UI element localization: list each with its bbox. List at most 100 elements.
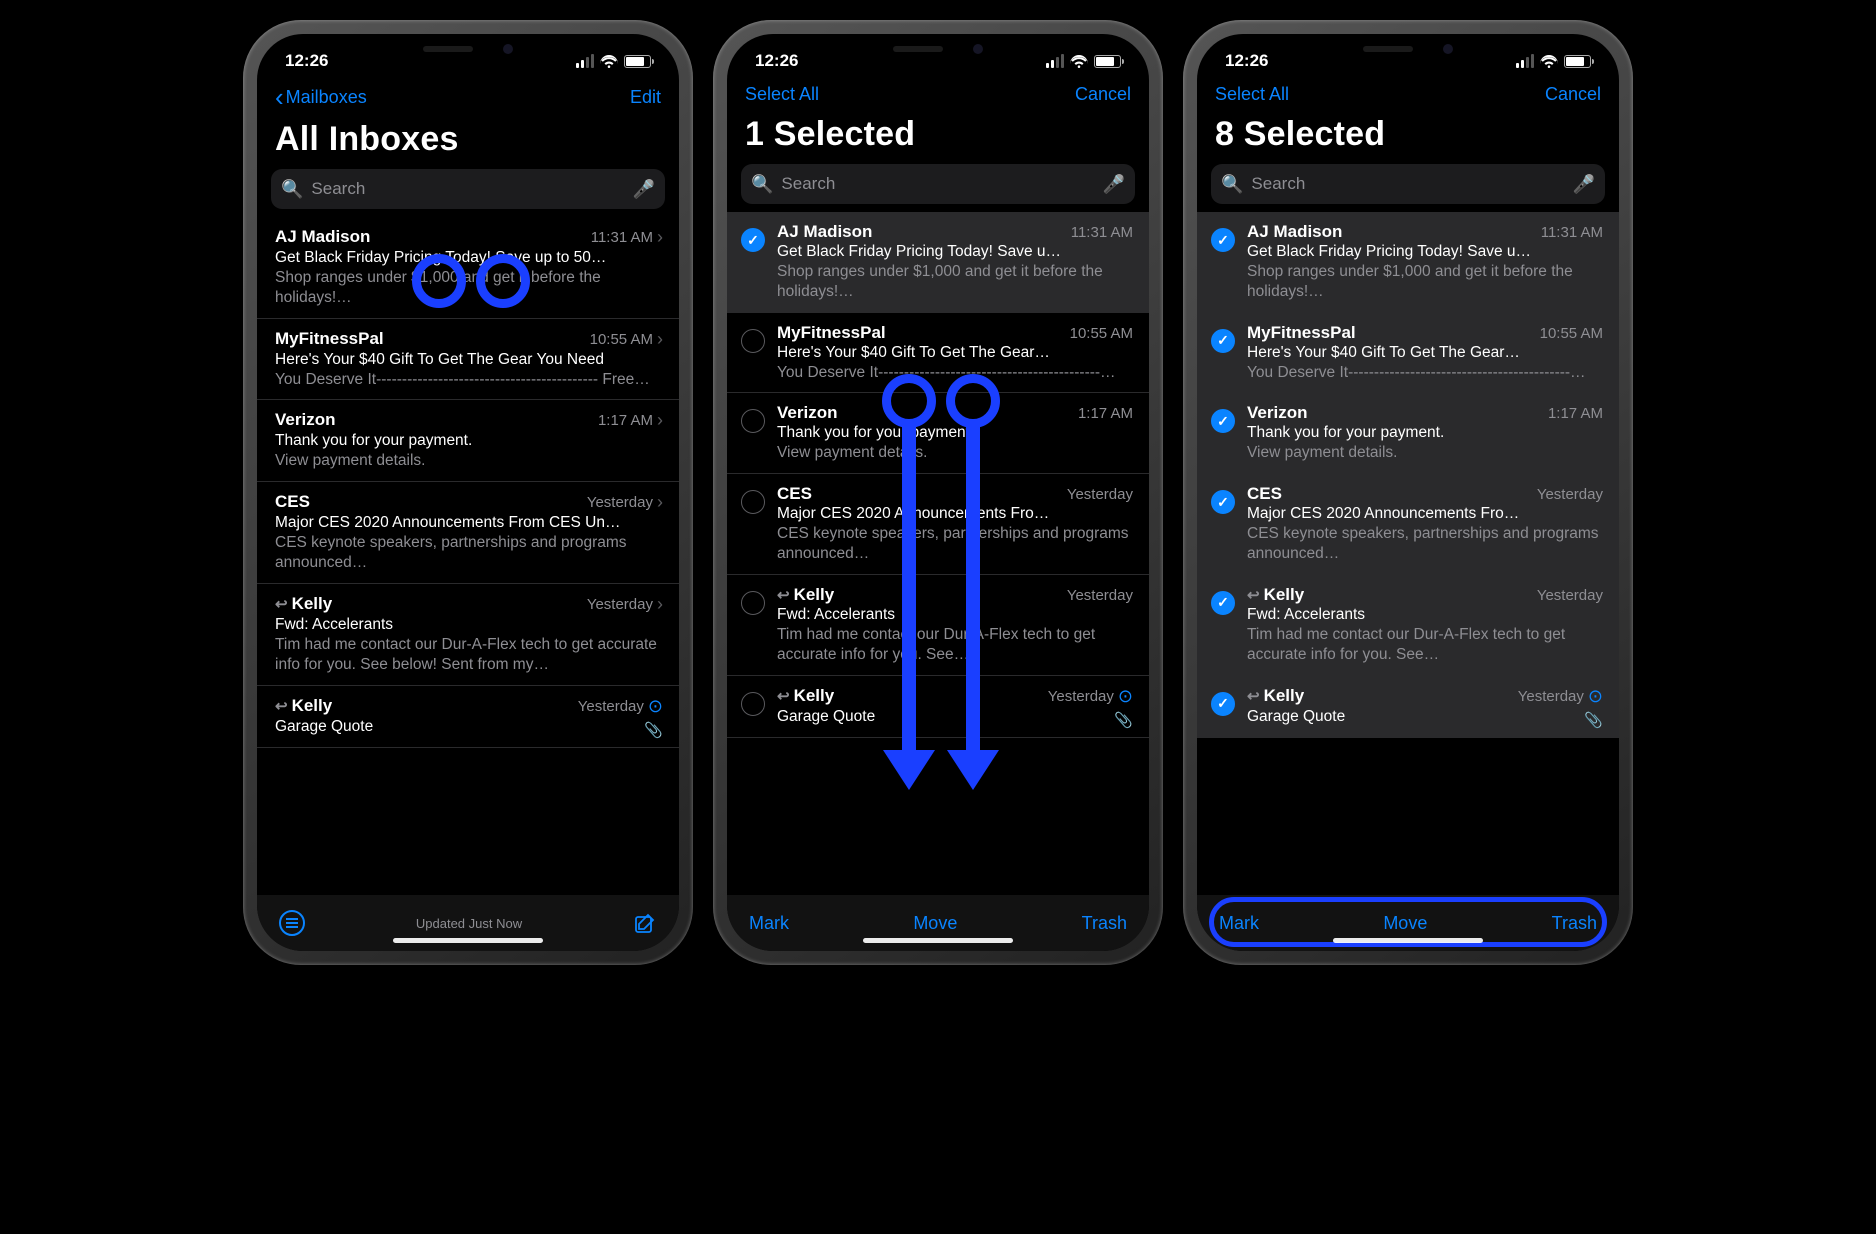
- nav-right-button[interactable]: Cancel: [1545, 84, 1601, 105]
- search-placeholder: Search: [1251, 174, 1564, 194]
- nav-bar: Select All Cancel: [1197, 78, 1619, 111]
- move-button[interactable]: Move: [913, 913, 957, 934]
- message-preview: CES keynote speakers, partnerships and p…: [1247, 524, 1603, 564]
- message-preview: Shop ranges under $1,000 and get it befo…: [275, 268, 663, 308]
- select-checkbox[interactable]: [741, 409, 765, 433]
- reply-icon: ↩: [1247, 587, 1260, 604]
- message-sender: Verizon: [777, 403, 837, 423]
- select-checkbox[interactable]: [1211, 329, 1235, 353]
- message-row[interactable]: ↩KellyYesterdayFwd: AccelerantsTim had m…: [727, 575, 1149, 676]
- message-list[interactable]: AJ Madison11:31 AMGet Black Friday Prici…: [1197, 212, 1619, 895]
- message-sender: MyFitnessPal: [275, 329, 384, 349]
- message-list[interactable]: AJ Madison11:31 AM›Get Black Friday Pric…: [257, 217, 679, 895]
- message-row[interactable]: ↩KellyYesterday⊙Garage Quote📎: [727, 676, 1149, 738]
- message-sender: ↩Kelly: [1247, 686, 1304, 706]
- attachment-icon: 📎: [1114, 711, 1133, 729]
- home-indicator[interactable]: [863, 938, 1013, 943]
- message-subject: Thank you for your payment.: [777, 424, 1133, 442]
- attachment-icon: 📎: [644, 721, 663, 739]
- nav-left-label: Select All: [745, 84, 819, 105]
- search-placeholder: Search: [311, 179, 624, 199]
- nav-left-button[interactable]: Select All: [745, 84, 819, 105]
- thread-icon[interactable]: ⊙: [1118, 686, 1133, 707]
- move-button[interactable]: Move: [1383, 913, 1427, 934]
- message-row[interactable]: MyFitnessPal10:55 AMHere's Your $40 Gift…: [727, 313, 1149, 394]
- search-field[interactable]: 🔍Search🎤: [741, 164, 1135, 204]
- select-checkbox[interactable]: [1211, 228, 1235, 252]
- select-checkbox[interactable]: [741, 329, 765, 353]
- message-subject: Here's Your $40 Gift To Get The Gear You…: [275, 351, 663, 369]
- chevron-right-icon: ›: [657, 410, 663, 431]
- message-sender: CES: [275, 492, 310, 512]
- message-row[interactable]: MyFitnessPal10:55 AM›Here's Your $40 Gif…: [257, 319, 679, 401]
- nav-left-label: Mailboxes: [286, 87, 367, 108]
- message-row[interactable]: CESYesterday›Major CES 2020 Announcement…: [257, 482, 679, 584]
- message-preview: You Deserve It--------------------------…: [777, 363, 1133, 383]
- message-row[interactable]: Verizon1:17 AMThank you for your payment…: [727, 393, 1149, 474]
- page-title: 1 Selected: [727, 111, 1149, 164]
- message-preview: You Deserve It--------------------------…: [1247, 363, 1603, 383]
- message-row[interactable]: AJ Madison11:31 AMGet Black Friday Prici…: [1197, 212, 1619, 313]
- message-row[interactable]: CESYesterdayMajor CES 2020 Announcements…: [1197, 474, 1619, 575]
- thread-icon[interactable]: ⊙: [648, 696, 663, 717]
- message-list[interactable]: AJ Madison11:31 AMGet Black Friday Prici…: [727, 212, 1149, 895]
- message-time: Yesterday: [1067, 587, 1133, 604]
- mic-icon[interactable]: 🎤: [633, 179, 655, 200]
- nav-left-button[interactable]: ‹Mailboxes: [275, 84, 367, 110]
- message-sender: Verizon: [275, 410, 335, 430]
- search-field[interactable]: 🔍Search🎤: [271, 169, 665, 209]
- select-checkbox[interactable]: [1211, 490, 1235, 514]
- battery-icon: [1094, 55, 1121, 68]
- select-checkbox[interactable]: [1211, 692, 1235, 716]
- select-checkbox[interactable]: [741, 228, 765, 252]
- thread-icon[interactable]: ⊙: [1588, 686, 1603, 707]
- wifi-icon: [1540, 55, 1558, 68]
- search-placeholder: Search: [781, 174, 1094, 194]
- trash-button[interactable]: Trash: [1552, 913, 1597, 934]
- nav-right-button[interactable]: Edit: [630, 87, 661, 108]
- battery-icon: [624, 55, 651, 68]
- select-checkbox[interactable]: [741, 692, 765, 716]
- chevron-right-icon: ›: [657, 329, 663, 350]
- message-sender: ↩Kelly: [275, 696, 332, 716]
- filter-button[interactable]: [279, 910, 305, 936]
- trash-button[interactable]: Trash: [1082, 913, 1127, 934]
- nav-left-button[interactable]: Select All: [1215, 84, 1289, 105]
- message-row[interactable]: MyFitnessPal10:55 AMHere's Your $40 Gift…: [1197, 313, 1619, 394]
- page-title: 8 Selected: [1197, 111, 1619, 164]
- mark-button[interactable]: Mark: [749, 913, 789, 934]
- select-checkbox[interactable]: [1211, 591, 1235, 615]
- mic-icon[interactable]: 🎤: [1573, 174, 1595, 195]
- message-row[interactable]: Verizon1:17 AMThank you for your payment…: [1197, 393, 1619, 474]
- message-row[interactable]: ↩KellyYesterday⊙Garage Quote📎: [257, 686, 679, 748]
- page-title: All Inboxes: [257, 116, 679, 169]
- reply-icon: ↩: [275, 698, 288, 715]
- message-sender: AJ Madison: [777, 222, 872, 242]
- message-preview: Tim had me contact our Dur-A-Flex tech t…: [777, 625, 1133, 665]
- search-field[interactable]: 🔍Search🎤: [1211, 164, 1605, 204]
- mic-icon[interactable]: 🎤: [1103, 174, 1125, 195]
- home-indicator[interactable]: [1333, 938, 1483, 943]
- message-row[interactable]: ↩KellyYesterday⊙Garage Quote📎: [1197, 676, 1619, 738]
- select-checkbox[interactable]: [741, 591, 765, 615]
- message-row[interactable]: ↩KellyYesterdayFwd: AccelerantsTim had m…: [1197, 575, 1619, 676]
- message-preview: View payment details.: [777, 443, 1133, 463]
- select-checkbox[interactable]: [741, 490, 765, 514]
- message-subject: Garage Quote: [777, 708, 1133, 726]
- message-sender: Verizon: [1247, 403, 1307, 423]
- message-subject: Major CES 2020 Announcements Fro…: [777, 505, 1133, 523]
- message-row[interactable]: Verizon1:17 AM›Thank you for your paymen…: [257, 400, 679, 482]
- nav-right-button[interactable]: Cancel: [1075, 84, 1131, 105]
- message-row[interactable]: AJ Madison11:31 AM›Get Black Friday Pric…: [257, 217, 679, 319]
- message-row[interactable]: CESYesterdayMajor CES 2020 Announcements…: [727, 474, 1149, 575]
- message-row[interactable]: AJ Madison11:31 AMGet Black Friday Prici…: [727, 212, 1149, 313]
- signal-icon: [1516, 54, 1534, 68]
- message-preview: View payment details.: [275, 451, 663, 471]
- home-indicator[interactable]: [393, 938, 543, 943]
- toolbar-status: Updated Just Now: [416, 916, 522, 931]
- message-row[interactable]: ↩KellyYesterday›Fwd: AccelerantsTim had …: [257, 584, 679, 686]
- select-checkbox[interactable]: [1211, 409, 1235, 433]
- chevron-right-icon: ›: [657, 594, 663, 615]
- compose-button[interactable]: [633, 911, 657, 935]
- mark-button[interactable]: Mark: [1219, 913, 1259, 934]
